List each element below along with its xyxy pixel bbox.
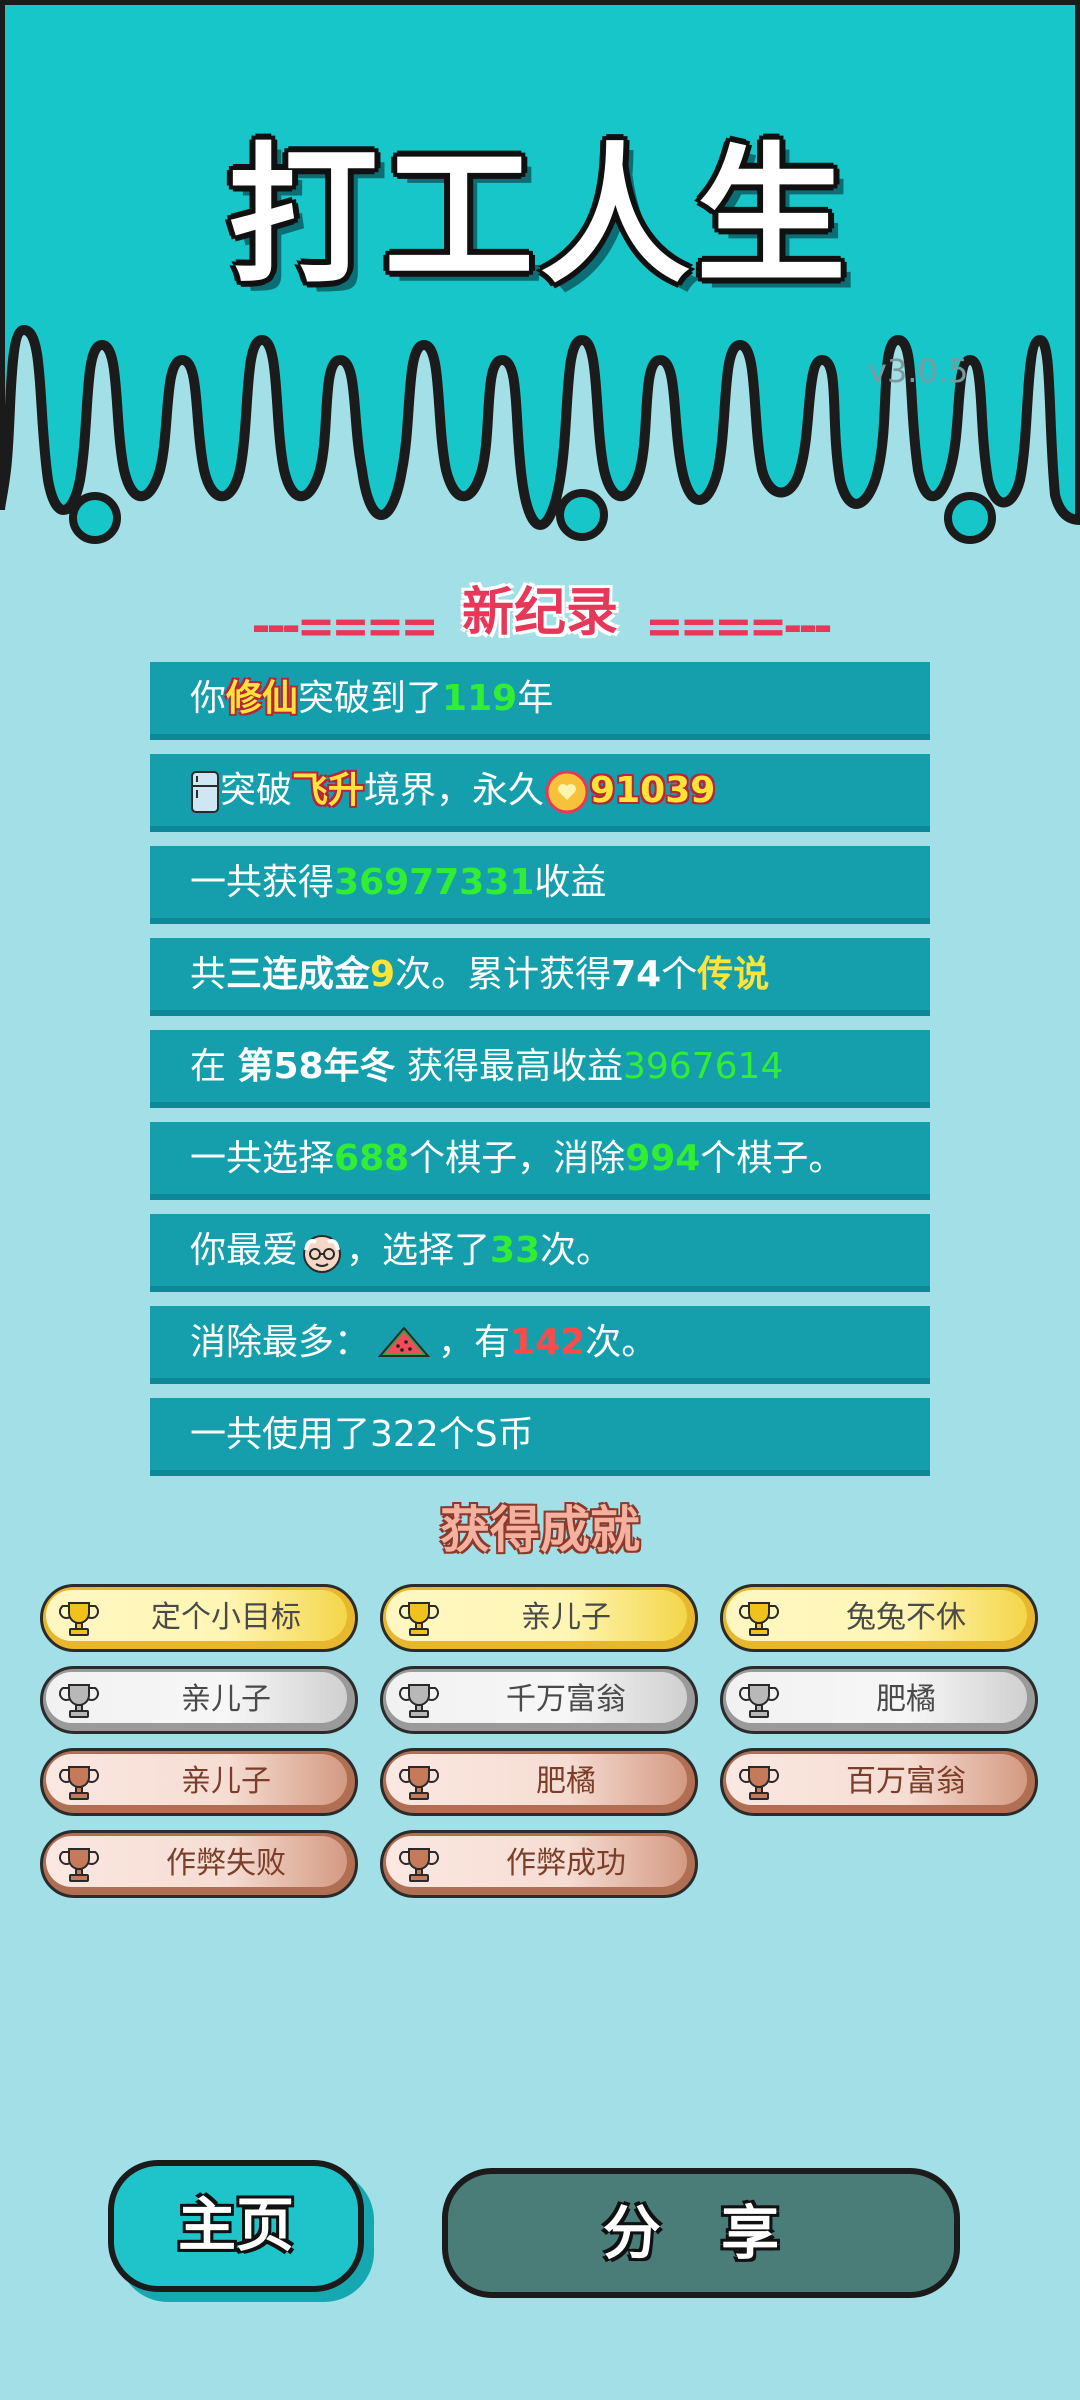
stat-highlight: 91039 [590,770,716,811]
achievements-title: 获得成就 [440,1501,640,1559]
stat-highlight: 传说 [697,954,770,995]
record-heading: ---==== 新纪录 ====--- [0,570,1080,653]
achievement-badge: 亲儿子 [380,1584,698,1652]
stat-highlight: 修仙 [226,678,299,719]
achievement-badge: 百万富翁 [720,1748,1038,1816]
stat-text: 消除最多： [190,1322,371,1363]
achievement-label: 千万富翁 [506,1682,626,1717]
stat-text: ，有 [438,1322,511,1363]
stat-text: 突破 [220,770,293,811]
stat-value: 33 [490,1230,541,1271]
stat-value: 119 [442,678,518,719]
stat-row-ascension: 突破飞升境界，永久 91039 [150,754,930,832]
achievement-label: 亲儿子 [521,1600,611,1635]
stat-text: 共 [190,954,227,995]
achievement-label: 兔兔不休 [846,1600,966,1635]
stat-text: 一共选择 [190,1138,335,1179]
stat-value: 994 [625,1138,701,1179]
trophy-icon [58,1684,100,1718]
heart-coin-icon [545,770,589,814]
app-title: 打工人生 [227,130,852,304]
stat-text: 个棋子。 [700,1138,845,1179]
stat-row-best-income: 在 第58年冬 获得最高收益3967614 [150,1030,930,1108]
stat-row-pieces: 一共选择688个棋子，消除994个棋子。 [150,1122,930,1200]
stat-text: 个 [661,954,698,995]
achievement-label: 亲儿子 [181,1682,271,1717]
achievement-badge: 作弊成功 [380,1830,698,1898]
stat-text: 个棋子，消除 [409,1138,626,1179]
stat-highlight: 第58年冬 [237,1046,396,1087]
stat-row-favorite: 你最爱 ，选择了33次。 [150,1214,930,1292]
stat-value: 3967614 [623,1046,784,1087]
stat-text: 境界，永久 [364,770,545,811]
stat-row-cultivation: 你修仙突破到了119年 [150,662,930,740]
version-label: v3.0.5 [868,352,969,390]
achievement-label: 肥橘 [536,1764,596,1799]
stat-text: 突破到了 [298,678,443,719]
stat-text: 收益 [534,862,607,903]
stat-value: 688 [334,1138,410,1179]
achievement-badge: 亲儿子 [40,1748,358,1816]
achievement-badge: 作弊失败 [40,1830,358,1898]
trophy-icon [398,1602,440,1636]
stat-highlight: 飞升 [292,770,365,811]
trophy-icon [738,1602,780,1636]
stat-text: 你 [190,678,227,719]
achievement-label: 作弊成功 [506,1846,626,1881]
trophy-icon [398,1848,440,1882]
achievement-label: 定个小目标 [151,1600,301,1635]
stat-text: 次。 [585,1322,658,1363]
stat-value: 142 [510,1322,586,1363]
stat-value: 36977331 [334,862,535,903]
stat-text: 次。累计获得 [395,954,612,995]
trophy-icon [738,1684,780,1718]
achievement-label: 百万富翁 [846,1764,966,1799]
home-button-label: 主页 [177,2191,294,2259]
home-button[interactable]: 主页 [108,2160,364,2292]
old-man-face-icon [303,1235,342,1273]
stat-text: 在 [190,1046,238,1087]
trophy-icon [398,1766,440,1800]
stat-highlight: 三连成金 [226,954,371,995]
stat-text: ，选择了 [346,1230,491,1271]
achievement-badge: 肥橘 [380,1748,698,1816]
achievement-label: 作弊失败 [166,1846,286,1881]
stat-row-triple-gold: 共三连成金9次。累计获得74个传说 [150,938,930,1016]
record-title: 新纪录 [461,583,618,643]
achievement-label: 肥橘 [876,1682,936,1717]
achievement-label: 亲儿子 [181,1764,271,1799]
stat-text: 一共使用了322个S币 [190,1414,534,1455]
stat-value: 74 [611,954,662,995]
trophy-icon [58,1602,100,1636]
stat-text: 次。 [540,1230,613,1271]
stat-row-total-income: 一共获得36977331收益 [150,846,930,924]
stat-row-coins-used: 一共使用了322个S币 [150,1398,930,1476]
fridge-icon [191,771,219,813]
stat-text: 获得最高收益 [395,1046,624,1087]
watermelon-icon [377,1326,431,1357]
trophy-icon [738,1766,780,1800]
achievement-badge: 肥橘 [720,1666,1038,1734]
record-dash-right: ====--- [645,598,832,653]
trophy-icon [58,1848,100,1882]
stat-row-most-eliminated: 消除最多： ，有142次。 [150,1306,930,1384]
achievement-badge: 亲儿子 [40,1666,358,1734]
stat-text: 一共获得 [190,862,335,903]
stat-value: 9 [370,954,396,995]
stat-text: 你最爱 [190,1230,299,1271]
share-button-label: 分 享 [602,2199,800,2267]
achievement-badge: 兔兔不休 [720,1584,1038,1652]
record-dash-left: ---==== [251,598,438,653]
stat-text: 年 [517,678,554,719]
share-button[interactable]: 分 享 [442,2168,960,2298]
achievement-badge: 千万富翁 [380,1666,698,1734]
trophy-icon [58,1766,100,1800]
trophy-icon [398,1684,440,1718]
achievement-badge: 定个小目标 [40,1584,358,1652]
